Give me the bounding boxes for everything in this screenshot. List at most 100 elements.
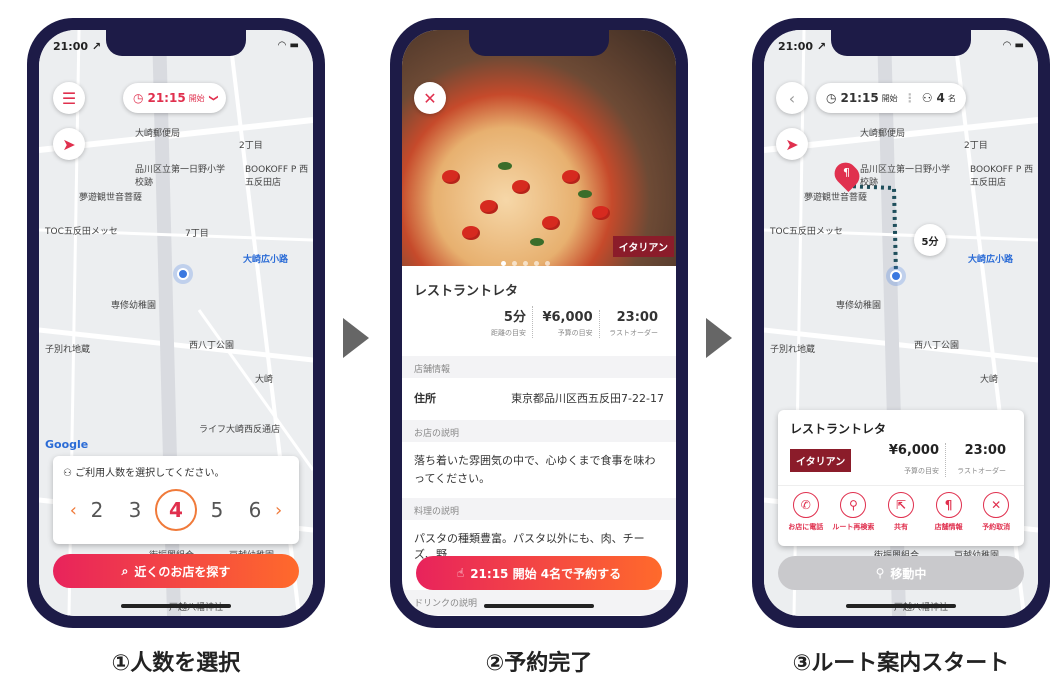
clock-icon: ◷	[133, 91, 144, 105]
status-icons: ◠ ▬	[277, 40, 299, 51]
count-option[interactable]: 5	[199, 498, 235, 522]
count-option-selected[interactable]: 4	[155, 489, 197, 531]
map-label: 大崎	[980, 375, 999, 385]
map-label: 品川区立第一日野小学校跡	[860, 165, 951, 188]
divider: ⋮	[903, 91, 916, 105]
home-indicator	[484, 604, 594, 608]
map-label: 7丁目	[185, 229, 209, 239]
next-step-arrow	[706, 318, 732, 358]
phone-3-screen: 21:00 ↗ ◠ ▬ 大崎郵便局 2丁目 品川区立第一日野小学校跡 BOOKO…	[764, 30, 1038, 616]
caption-step-1: ①人数を選択	[111, 651, 241, 676]
map-label: 2丁目	[964, 141, 988, 151]
reservation-pill[interactable]: ◷ 21:15 開始 ⋮ ⚇ 4 名	[816, 83, 966, 113]
photo-detail	[542, 216, 560, 230]
shop-metrics: ¥6,000 予算の目安 23:00 ラストオーダー	[883, 443, 1012, 477]
shop-card: レストラントレタ イタリアン ¥6,000 予算の目安 23:00 ラストオーダー …	[778, 410, 1024, 546]
phone-2-screen: ✕ イタリアン レストラントレタ 5分 距離の目安 ¥6,000 予算の目安 23:…	[402, 30, 676, 616]
status-time: 21:00 ↗	[778, 40, 827, 53]
photo-detail	[512, 180, 530, 194]
map-label: 西八丁公園	[189, 341, 235, 351]
photo-detail	[562, 170, 580, 184]
count-prompt: ご利用人数を選択してください。	[75, 468, 225, 479]
clock-icon: ◷	[826, 91, 837, 105]
count-option[interactable]: 6	[237, 498, 273, 522]
photo-detail	[592, 206, 610, 220]
navigation-arrow-icon: ➤	[785, 134, 799, 154]
locate-button[interactable]: ➤	[776, 128, 808, 160]
divider	[778, 485, 1024, 486]
map-label: 専修幼稚園	[836, 301, 882, 311]
route-icon: ⚲	[840, 492, 867, 518]
map-label: 2丁目	[239, 141, 263, 151]
count-card: ⚇ ご利用人数を選択してください。 ‹ 2 3 4 5 6 ›	[53, 456, 299, 544]
call-shop-button[interactable]: ✆ お店に電話	[784, 492, 828, 532]
home-indicator	[121, 604, 231, 608]
people-icon: ⚇	[63, 468, 72, 479]
map-label: BOOKOFF P 西五反田店	[970, 165, 1034, 188]
address-label: 住所	[414, 392, 436, 405]
shop-name: レストラントレタ	[790, 422, 887, 436]
map-label: 大崎	[255, 375, 274, 385]
google-logo: Google	[45, 438, 89, 451]
description-text: 落ち着いた雰囲気の中で、心ゆくまで食事を味わってください。	[402, 442, 676, 496]
metric-budget: ¥6,000 予算の目安	[536, 310, 600, 338]
time-value: 21:15	[147, 91, 186, 105]
map-label: 大崎広小路	[968, 255, 1014, 265]
people-value: 4	[936, 91, 945, 105]
locate-button[interactable]: ➤	[53, 128, 85, 160]
moving-button[interactable]: ⚲ 移動中	[778, 556, 1024, 590]
address-value: 東京都品川区西五反田7-22-17	[511, 392, 664, 405]
photo-detail	[480, 200, 498, 214]
phone-1: 21:00 ↗ ◠ ▬ 大崎郵便局 2丁目 品川区立第一日野小学校跡 BOOKO…	[27, 18, 325, 628]
chevron-left-icon: ‹	[788, 88, 796, 108]
reroute-button[interactable]: ⚲ ルート再検索	[831, 492, 875, 532]
hand-icon: ☝	[456, 566, 465, 580]
food-photo	[402, 30, 676, 266]
map-label: TOC五反田メッセ	[45, 227, 118, 237]
metric-last-order: 23:00 ラストオーダー	[957, 443, 1006, 475]
cancel-reservation-button[interactable]: ✕ 予約取消	[974, 492, 1018, 532]
caption-step-2: ②予約完了	[485, 651, 593, 676]
metric-budget: ¥6,000 予算の目安	[883, 443, 947, 477]
user-location-dot	[177, 268, 189, 280]
back-button[interactable]: ‹	[776, 82, 808, 114]
time-pill[interactable]: ◷ 21:15 開始 ❯	[123, 83, 227, 113]
notch	[469, 30, 609, 56]
route-icon: ⚲	[875, 566, 885, 580]
map-label: 専修幼稚園	[111, 301, 157, 311]
time-value: 21:15	[840, 91, 879, 105]
map-label: 夢遊観世音菩薩	[79, 193, 143, 203]
map-label: 大崎広小路	[243, 255, 289, 265]
map-label: 大崎郵便局	[135, 129, 181, 139]
map-label: TOC五反田メッセ	[770, 227, 843, 237]
cutlery-icon: ¶	[843, 166, 850, 179]
reserve-label: 21:15 開始 4名で予約する	[470, 566, 622, 581]
share-button[interactable]: ⇱ 共有	[879, 492, 923, 532]
action-bar: ✆ お店に電話 ⚲ ルート再検索 ⇱ 共有 ¶ 店舗情報 ✕ 予約取消	[778, 492, 1024, 532]
count-selector: ‹ 2 3 4 5 6 ›	[53, 489, 299, 531]
next-chevron-icon[interactable]: ›	[275, 500, 282, 521]
photo-detail	[462, 226, 480, 240]
chevron-down-icon: ❯	[207, 94, 218, 102]
search-nearby-button[interactable]: ⌕ 近くのお店を探す	[53, 554, 299, 588]
caption-step-3: ③ルート案内スタート	[792, 651, 1010, 676]
duration-badge: 5分	[914, 224, 946, 256]
reserve-button[interactable]: ☝ 21:15 開始 4名で予約する	[416, 556, 662, 590]
address-row: 住所 東京都品川区西五反田7-22-17	[402, 378, 676, 418]
close-button[interactable]: ✕	[414, 82, 446, 114]
photo-detail	[530, 238, 544, 246]
section-drink: ドリンクの説明	[402, 590, 676, 615]
count-option[interactable]: 2	[79, 498, 115, 522]
metric-distance: 5分 距離の目安	[485, 306, 533, 338]
time-suffix: 開始	[188, 93, 205, 103]
phone-icon: ✆	[792, 492, 819, 518]
shop-info-button[interactable]: ¶ 店舗情報	[927, 492, 971, 532]
count-option[interactable]: 3	[117, 498, 153, 522]
menu-button[interactable]: ☰	[53, 82, 85, 114]
map-label: 西八丁公園	[914, 341, 960, 351]
notch	[831, 30, 971, 56]
count-prompt-row: ⚇ ご利用人数を選択してください。	[53, 456, 299, 487]
map-label: 夢遊観世音菩薩	[804, 193, 868, 203]
status-time: 21:00 ↗	[53, 40, 102, 53]
prev-chevron-icon[interactable]: ‹	[70, 500, 77, 521]
